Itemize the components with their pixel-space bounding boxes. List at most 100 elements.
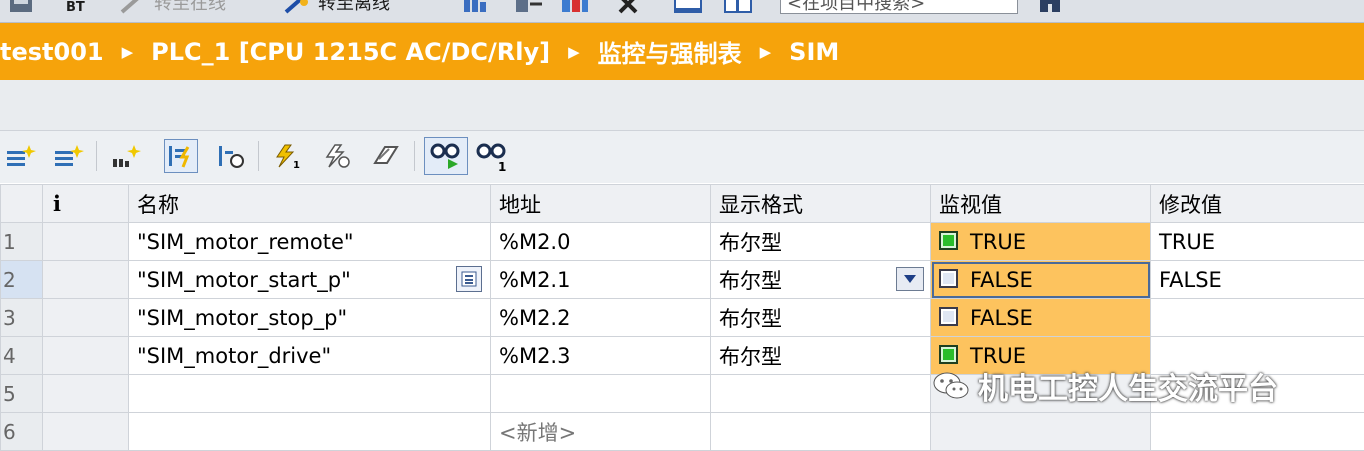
- row-info-cell: [43, 223, 129, 261]
- format-cell[interactable]: [711, 413, 931, 451]
- column-header-monitor-value[interactable]: 监视值: [931, 185, 1151, 223]
- modify-value-cell[interactable]: [1151, 299, 1364, 337]
- row-info-cell: [43, 337, 129, 375]
- go-offline-icon: [282, 0, 312, 14]
- format-cell[interactable]: [711, 375, 931, 413]
- toolbar-divider: [414, 141, 415, 171]
- monitor-once-icon[interactable]: 1: [474, 139, 508, 173]
- window-split-v-icon[interactable]: [722, 0, 754, 14]
- address-cell[interactable]: %M2.0: [491, 223, 711, 261]
- close-icon[interactable]: [616, 0, 644, 14]
- breadcrumb-plc[interactable]: PLC_1 [CPU 1215C AC/DC/Rly]: [151, 38, 550, 66]
- monitor-value-cell: FALSE: [931, 261, 1151, 299]
- monitor-value: TRUE: [970, 230, 1026, 254]
- modify-value-cell[interactable]: FALSE: [1151, 261, 1364, 299]
- show-modify-columns-icon[interactable]: [164, 139, 198, 173]
- table-row[interactable]: 6 <新增>: [1, 413, 1364, 451]
- window-frame: [0, 80, 1364, 131]
- modify-value-cell[interactable]: [1151, 413, 1364, 451]
- save-icon[interactable]: [8, 0, 38, 14]
- insert-row-icon[interactable]: [4, 139, 38, 173]
- add-new-row[interactable]: <新增>: [491, 413, 711, 451]
- name-cell[interactable]: "SIM_motor_start_p": [129, 261, 491, 299]
- table-row[interactable]: 2 "SIM_motor_start_p" %M2.1 布尔型 FALSE FA…: [1, 261, 1364, 299]
- breadcrumb: test001 ▶ PLC_1 [CPU 1215C AC/DC/Rly] ▶ …: [0, 23, 1364, 80]
- true-state-icon: [939, 345, 958, 364]
- address-cell[interactable]: %M2.2: [491, 299, 711, 337]
- row-number[interactable]: 4: [1, 337, 43, 375]
- watch-table-toolbar: 1 1: [0, 131, 1364, 183]
- insert-comment-row-icon[interactable]: [110, 139, 144, 173]
- true-state-icon: [939, 231, 958, 250]
- format-dropdown-button[interactable]: [896, 267, 924, 291]
- add-row-icon[interactable]: [52, 139, 86, 173]
- table-row[interactable]: 3 "SIM_motor_stop_p" %M2.2 布尔型 FALSE: [1, 299, 1364, 337]
- list-icon: [461, 271, 477, 287]
- monitor-all-icon[interactable]: [424, 137, 468, 175]
- name-cell[interactable]: [129, 375, 491, 413]
- row-number[interactable]: 5: [1, 375, 43, 413]
- wechat-logo-icon: [932, 370, 970, 402]
- column-header-rownum: [1, 185, 43, 223]
- row-info-cell: [43, 261, 129, 299]
- name-cell[interactable]: "SIM_motor_stop_p": [129, 299, 491, 337]
- toolbar-divider: [258, 141, 259, 171]
- name-cell[interactable]: "SIM_motor_drive": [129, 337, 491, 375]
- breadcrumb-project[interactable]: test001: [0, 38, 104, 66]
- toolbar-divider: [96, 141, 97, 171]
- go-online-icon: [118, 0, 148, 14]
- column-header-modify-value[interactable]: 修改值: [1151, 185, 1364, 223]
- modify-value-cell[interactable]: TRUE: [1151, 223, 1364, 261]
- search-go-icon[interactable]: [1036, 0, 1070, 14]
- address-cell[interactable]: %M2.3: [491, 337, 711, 375]
- show-trigger-columns-icon[interactable]: [214, 139, 248, 173]
- row-number[interactable]: 3: [1, 299, 43, 337]
- column-header-format[interactable]: 显示格式: [711, 185, 931, 223]
- enable-peripheral-outputs-icon[interactable]: [368, 139, 402, 173]
- watch-table: i 名称 地址 显示格式 监视值 修改值 1 "SIM_motor_remote…: [0, 184, 1364, 451]
- column-header-address[interactable]: 地址: [491, 185, 711, 223]
- row-number[interactable]: 6: [1, 413, 43, 451]
- breadcrumb-table[interactable]: SIM: [789, 38, 839, 66]
- main-toolbar: BT 转至在线 转至离线 <在项目中搜索>: [0, 0, 1364, 23]
- table-row[interactable]: 1 "SIM_motor_remote" %M2.0 布尔型 TRUE TRUE: [1, 223, 1364, 261]
- tag-select-button[interactable]: [456, 266, 482, 292]
- monitor-value: FALSE: [970, 306, 1033, 330]
- address-cell[interactable]: [491, 375, 711, 413]
- row-number[interactable]: 2: [1, 261, 43, 299]
- format-cell[interactable]: 布尔型: [711, 261, 931, 299]
- bt-icon[interactable]: BT: [66, 0, 85, 14]
- name-cell[interactable]: [129, 413, 491, 451]
- format-text: 布尔型: [719, 269, 782, 293]
- format-cell[interactable]: 布尔型: [711, 299, 931, 337]
- modify-with-trigger-icon[interactable]: [320, 139, 354, 173]
- row-info-cell: [43, 299, 129, 337]
- diagnostics-icon[interactable]: [462, 0, 494, 14]
- modify-now-icon[interactable]: 1: [270, 139, 304, 173]
- project-search-input[interactable]: <在项目中搜索>: [780, 0, 1018, 14]
- row-info-cell: [43, 413, 129, 451]
- stop-cpu-icon[interactable]: [560, 0, 592, 14]
- column-header-info[interactable]: i: [43, 185, 129, 223]
- address-cell[interactable]: %M2.1: [491, 261, 711, 299]
- breadcrumb-watch-tables[interactable]: 监控与强制表: [598, 34, 742, 69]
- false-state-icon: [939, 269, 958, 288]
- name-cell[interactable]: "SIM_motor_remote": [129, 223, 491, 261]
- svg-text:1: 1: [498, 160, 506, 171]
- format-cell[interactable]: 布尔型: [711, 223, 931, 261]
- monitor-value-cell: [931, 413, 1151, 451]
- name-text: "SIM_motor_start_p": [137, 268, 351, 292]
- chevron-right-icon: ▶: [568, 43, 580, 61]
- svg-text:1: 1: [293, 160, 300, 169]
- format-cell[interactable]: 布尔型: [711, 337, 931, 375]
- go-offline-button[interactable]: 转至离线: [282, 0, 390, 14]
- watermark-text: 机电工控人生交流平台: [978, 364, 1278, 408]
- row-number[interactable]: 1: [1, 223, 43, 261]
- column-header-name[interactable]: 名称: [129, 185, 491, 223]
- watermark: 机电工控人生交流平台: [932, 364, 1278, 408]
- window-split-h-icon[interactable]: [672, 0, 704, 14]
- table-header-row: i 名称 地址 显示格式 监视值 修改值: [1, 185, 1364, 223]
- compare-icon[interactable]: [514, 0, 546, 14]
- row-info-cell: [43, 375, 129, 413]
- go-online-button[interactable]: 转至在线: [118, 0, 226, 14]
